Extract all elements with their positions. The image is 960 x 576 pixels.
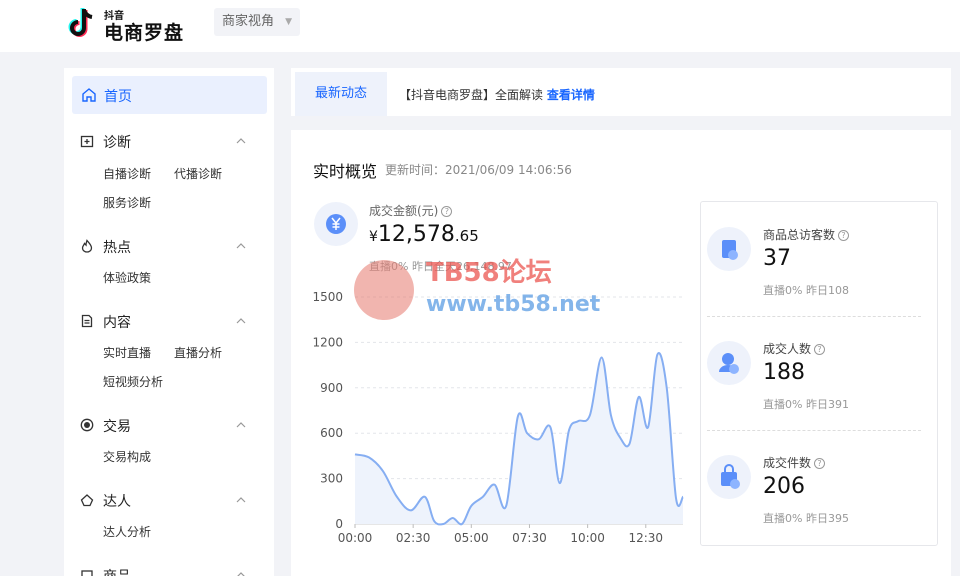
sidebar-item-label: 首页 xyxy=(104,89,132,105)
amount-integer: 12,578 xyxy=(377,222,455,247)
diagnosis-icon xyxy=(80,135,94,148)
amount-value: ¥12,578.65 xyxy=(369,222,479,247)
x-tick-label: 12:30 xyxy=(628,531,663,545)
flame-icon xyxy=(81,239,93,253)
sidebar-group-label[interactable]: 内容 xyxy=(103,312,131,332)
stat-value: 37 xyxy=(763,246,791,271)
stat-label-text: 成交人数 xyxy=(763,342,812,356)
sidebar-group-label[interactable]: 达人 xyxy=(103,491,131,511)
sidebar-subitem[interactable]: 实时直播 xyxy=(103,344,151,361)
sidebar-subitem[interactable]: 自播诊断 xyxy=(103,165,151,182)
douyin-logo-icon xyxy=(68,8,93,37)
x-tick-label: 07:30 xyxy=(512,531,547,545)
stats-card: 商品总访客数? 37 直播0% 昨日108 成交人数? 188 直播0% 昨日3… xyxy=(700,201,938,546)
chevron-up-icon[interactable] xyxy=(234,134,248,148)
sidebar-subitem[interactable]: 体验政策 xyxy=(103,269,151,286)
x-tick-label: 00:00 xyxy=(338,531,373,545)
x-tick-label: 10:00 xyxy=(570,531,605,545)
visitor-icon xyxy=(707,227,751,271)
panel-title: 实时概览 xyxy=(313,162,378,181)
notice-message: 【抖音电商罗盘】全面解读 xyxy=(399,88,544,102)
top-header: 抖音 电商罗盘 商家视角 ▼ xyxy=(0,0,960,52)
view-details-link[interactable]: 查看详情 xyxy=(547,88,595,102)
sidebar-subitem[interactable]: 交易构成 xyxy=(103,448,151,465)
document-icon xyxy=(81,314,93,328)
chevron-up-icon[interactable] xyxy=(234,239,248,253)
stat-label: 成交人数? xyxy=(763,340,826,357)
chevron-up-icon[interactable] xyxy=(234,418,248,432)
y-tick-label: 1200 xyxy=(312,335,343,349)
stat-value: 206 xyxy=(763,474,805,499)
yuan-icon xyxy=(314,202,358,246)
stat-value: 188 xyxy=(763,360,805,385)
y-tick-label: 300 xyxy=(320,472,343,486)
sidebar-subitem[interactable]: 服务诊断 xyxy=(103,194,151,211)
help-icon[interactable]: ? xyxy=(814,458,826,469)
sidebar-group-label[interactable]: 热点 xyxy=(103,237,131,257)
sidebar-group-label[interactable]: 交易 xyxy=(103,416,131,436)
realtime-overview-panel: 实时概览 更新时间：2021/06/09 14:06:56 成交金额(元)? ¥… xyxy=(291,130,951,576)
goods-icon xyxy=(81,570,93,576)
sidebar-item-home[interactable]: 首页 xyxy=(72,76,267,114)
stat-compare: 直播0% 昨日391 xyxy=(763,398,849,411)
amount-label-text: 成交金额(元) xyxy=(369,204,439,218)
help-icon[interactable]: ? xyxy=(814,344,826,355)
sidebar-group-label[interactable]: 商品 xyxy=(103,566,131,576)
amount-label: 成交金额(元)? xyxy=(369,202,453,219)
help-icon[interactable]: ? xyxy=(441,206,453,217)
influencer-icon xyxy=(80,494,94,507)
stat-label: 商品总访客数? xyxy=(763,226,850,243)
view-select[interactable]: 商家视角 ▼ xyxy=(214,8,300,36)
x-tick-label: 02:30 xyxy=(396,531,431,545)
stat-items: 成交件数? 206 直播0% 昨日395 xyxy=(701,430,937,544)
sidebar-subitem[interactable]: 代播诊断 xyxy=(174,165,222,182)
y-tick-label: 900 xyxy=(320,381,343,395)
notice-bar: 最新动态 【抖音电商罗盘】全面解读 查看详情 xyxy=(291,68,951,116)
buyer-icon xyxy=(707,341,751,385)
stat-label: 成交件数? xyxy=(763,454,826,471)
yuan-coin-icon xyxy=(80,418,94,432)
stat-visitors: 商品总访客数? 37 直播0% 昨日108 xyxy=(701,202,937,316)
help-icon[interactable]: ? xyxy=(838,230,850,241)
sidebar: 首页 诊断 自播诊断 代播诊断 服务诊断 热点 体验政策 内容 实时直播 直播分… xyxy=(64,68,274,576)
app-logo[interactable]: 抖音 电商罗盘 xyxy=(64,4,194,44)
y-tick-label: 1500 xyxy=(312,290,343,304)
sidebar-group-label[interactable]: 诊断 xyxy=(103,132,131,152)
amount-decimal: .65 xyxy=(454,227,479,245)
tab-latest-news[interactable]: 最新动态 xyxy=(295,72,387,116)
view-select-value: 商家视角 xyxy=(222,14,275,29)
sidebar-subitem[interactable]: 达人分析 xyxy=(103,523,151,540)
trend-chart[interactable]: 0 300 600 900 1200 1500 00:00 02:30 05:00 07:30 10… xyxy=(291,280,691,576)
notice-text: 【抖音电商罗盘】全面解读 查看详情 xyxy=(399,86,595,103)
stat-label-text: 商品总访客数 xyxy=(763,228,836,242)
home-icon xyxy=(82,88,96,102)
stat-compare: 直播0% 昨日395 xyxy=(763,512,849,525)
x-tick-label: 05:00 xyxy=(454,531,489,545)
chevron-up-icon[interactable] xyxy=(234,568,248,576)
shopping-bag-icon xyxy=(707,455,751,499)
y-tick-label: 0 xyxy=(335,517,343,531)
y-tick-label: 600 xyxy=(320,426,343,440)
chevron-up-icon[interactable] xyxy=(234,314,248,328)
chevron-up-icon[interactable] xyxy=(234,493,248,507)
stat-buyers: 成交人数? 188 直播0% 昨日391 xyxy=(701,316,937,430)
amount-compare: 直播0% 昨日全天26,148.97 xyxy=(369,260,512,273)
sidebar-subitem[interactable]: 直播分析 xyxy=(174,344,222,361)
sidebar-subitem[interactable]: 短视频分析 xyxy=(103,373,163,390)
series-area xyxy=(355,353,683,525)
update-time: 更新时间：2021/06/09 14:06:56 xyxy=(385,163,572,177)
stat-compare: 直播0% 昨日108 xyxy=(763,284,849,297)
stat-label-text: 成交件数 xyxy=(763,456,812,470)
currency-symbol: ¥ xyxy=(369,229,378,245)
caret-down-icon: ▼ xyxy=(285,17,292,27)
logo-title: 电商罗盘 xyxy=(104,22,185,44)
